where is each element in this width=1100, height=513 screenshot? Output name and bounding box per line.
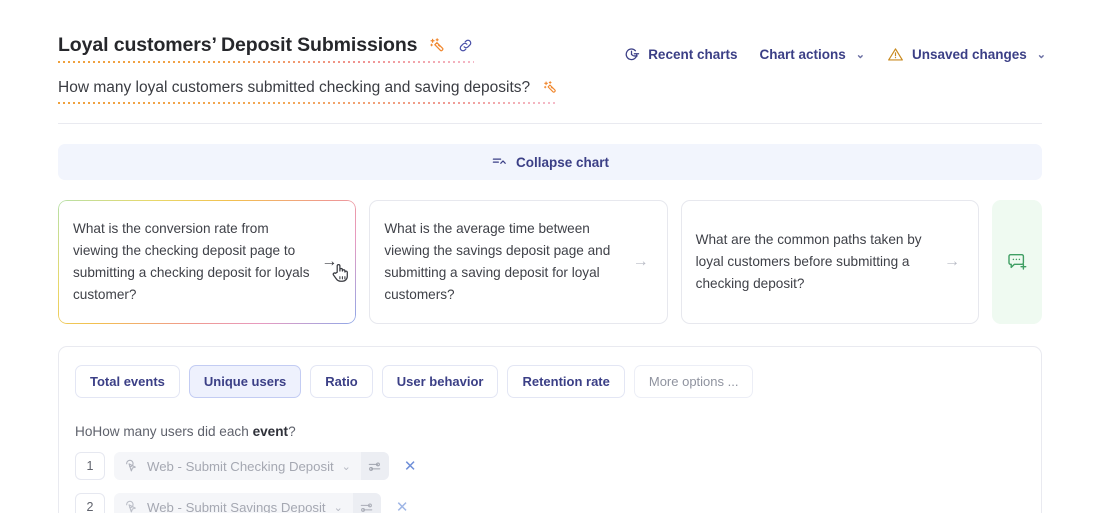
collapse-chart-icon <box>491 154 507 170</box>
chart-actions-button[interactable]: Chart actions ⌄ <box>759 47 865 62</box>
remove-event-2-button[interactable]: ✕ <box>390 500 415 513</box>
recent-charts-button[interactable]: Recent charts <box>623 46 737 63</box>
builder-question: HoHow many users did each event? <box>75 424 1041 439</box>
chevron-down-icon: ⌄ <box>855 49 865 61</box>
event-row: 2 Web - Submit Savings Deposit ⌄ ✕ <box>75 493 1041 513</box>
chevron-down-icon: ⌄ <box>1036 49 1046 61</box>
pointer-event-icon <box>123 499 139 513</box>
warning-triangle-icon <box>887 46 904 63</box>
suggestion-card-1-text: What is the conversion rate from viewing… <box>73 221 310 302</box>
tab-more-options[interactable]: More options ... <box>633 365 754 398</box>
tab-retention-rate[interactable]: Retention rate <box>507 365 625 398</box>
page-subtitle: How many loyal customers submitted check… <box>58 79 531 96</box>
chevron-down-icon[interactable]: ⌄ <box>342 460 353 473</box>
page-header: Loyal customers’ Deposit Submissions Rec… <box>0 0 1100 124</box>
pointer-event-icon <box>123 458 139 474</box>
collapse-chart-label: Collapse chart <box>515 154 610 170</box>
filter-sliders-icon[interactable] <box>360 452 389 480</box>
header-actions: Recent charts Chart actions ⌄ Unsaved ch… <box>623 46 1046 63</box>
event-selector-1[interactable]: Web - Submit Checking Deposit ⌄ <box>114 452 389 480</box>
suggestion-card-2-text: What is the average time between viewing… <box>384 221 611 302</box>
chart-builder-window: Loyal customers’ Deposit Submissions Rec… <box>0 0 1100 513</box>
question-bold: event <box>252 424 289 439</box>
link-icon[interactable] <box>457 37 474 54</box>
page-title: Loyal customers’ Deposit Submissions <box>58 34 418 56</box>
event-name-2: Web - Submit Savings Deposit <box>147 499 326 513</box>
chevron-down-icon[interactable]: ⌄ <box>334 501 345 513</box>
new-chat-button[interactable] <box>991 200 1042 324</box>
arrow-right-icon: → <box>943 253 960 270</box>
suggestion-card-3[interactable]: What are the common paths taken by loyal… <box>680 200 979 324</box>
tab-unique-users[interactable]: Unique users <box>188 365 302 398</box>
suggestion-card-3-text: What are the common paths taken by loyal… <box>695 232 922 291</box>
recent-charts-label: Recent charts <box>648 47 738 62</box>
suggestion-card-2[interactable]: What is the average time between viewing… <box>369 200 668 324</box>
metric-tabs: Total events Unique users Ratio User beh… <box>59 365 1041 398</box>
tab-total-events[interactable]: Total events <box>75 365 180 398</box>
arrow-right-icon: → <box>632 253 649 270</box>
event-name-1: Web - Submit Checking Deposit <box>147 458 334 474</box>
unsaved-changes-button[interactable]: Unsaved changes ⌄ <box>887 46 1046 63</box>
recent-charts-clock-icon <box>623 46 640 63</box>
suggestion-card-1[interactable]: What is the conversion rate from viewing… <box>58 200 357 324</box>
title-underline <box>58 61 475 63</box>
suggestion-cards: What is the conversion rate from viewing… <box>58 200 1042 324</box>
chat-add-icon <box>1006 251 1028 273</box>
event-row: 1 Web - Submit Checking Deposit ⌄ ✕ <box>75 452 1041 480</box>
magic-wand-icon[interactable] <box>428 37 446 55</box>
question-prefix: HoHow many users did each <box>75 424 253 439</box>
subtitle-underline <box>58 102 559 104</box>
question-suffix: ? <box>288 424 296 439</box>
query-builder-panel: Total events Unique users Ratio User beh… <box>58 346 1042 513</box>
collapse-chart-bar[interactable]: Collapse chart <box>58 144 1042 180</box>
event-index-1[interactable]: 1 <box>75 452 105 480</box>
unsaved-changes-label: Unsaved changes <box>911 47 1027 62</box>
filter-sliders-icon[interactable] <box>352 493 381 513</box>
page-subtitle-group[interactable]: How many loyal customers submitted check… <box>58 79 559 104</box>
page-title-group[interactable]: Loyal customers’ Deposit Submissions <box>58 34 475 63</box>
tab-ratio[interactable]: Ratio <box>310 365 373 398</box>
magic-wand-icon[interactable] <box>542 80 558 96</box>
remove-event-1-button[interactable]: ✕ <box>398 459 423 474</box>
tab-user-behavior[interactable]: User behavior <box>381 365 499 398</box>
arrow-right-icon: → <box>321 253 338 270</box>
event-index-2[interactable]: 2 <box>75 493 105 513</box>
header-divider <box>58 123 1042 124</box>
event-selector-2[interactable]: Web - Submit Savings Deposit ⌄ <box>114 493 381 513</box>
chart-actions-label: Chart actions <box>759 47 846 62</box>
